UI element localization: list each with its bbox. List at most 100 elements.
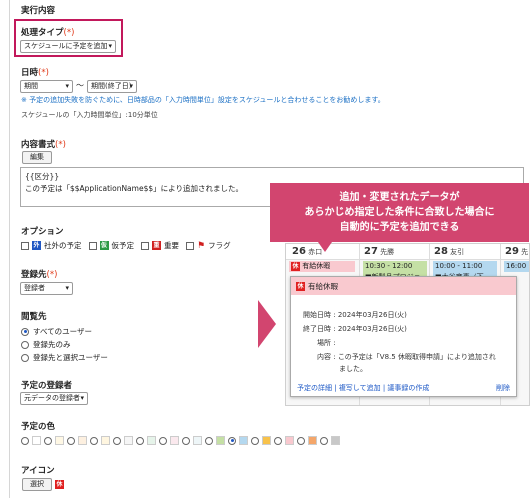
calendar-event-leave[interactable]: 休 有給休暇: [289, 261, 355, 272]
callout-line-2: あらかじめ指定した条件に合致した場合に: [304, 207, 495, 218]
create-minutes-link[interactable]: 議事録の作成: [387, 384, 429, 392]
color-swatch: [193, 436, 202, 445]
important-badge-icon: 重: [152, 241, 161, 250]
option-checkbox-important[interactable]: [141, 241, 149, 250]
color-swatch: [262, 436, 271, 445]
color-radio[interactable]: [274, 436, 282, 445]
process-type-select[interactable]: スケジュールに予定を追加 ▾: [20, 40, 116, 53]
page: 実行内容 処理タイプ(*) スケジュールに予定を追加 ▾ 日時(*) 期間 ▾ 〜 …: [0, 0, 530, 498]
color-swatch: [78, 436, 87, 445]
color-swatch: [170, 436, 179, 445]
color-radio[interactable]: [90, 436, 98, 445]
tilde: 〜: [76, 81, 84, 90]
chevron-down-icon: ▾: [65, 284, 69, 292]
radio-icon: [21, 353, 29, 362]
color-radio[interactable]: [320, 436, 328, 445]
option-label-flag: フラグ: [208, 241, 231, 250]
radio-icon: [21, 340, 29, 349]
viewer-option-label: 登録先と選択ユーザー: [33, 353, 108, 362]
option-checkbox-flag[interactable]: [186, 241, 194, 250]
content-format-label: 内容書式(*): [21, 140, 66, 150]
color-swatch: [216, 436, 225, 445]
viewers-label: 閲覧先: [21, 312, 47, 322]
color-radio[interactable]: [113, 436, 121, 445]
viewer-option-registrant-only[interactable]: 登録先のみ: [21, 339, 71, 350]
viewer-option-registrant-and-selected[interactable]: 登録先と選択ユーザー: [21, 352, 108, 363]
chevron-down-icon: ▾: [65, 82, 69, 90]
chevron-down-icon: ▾: [129, 82, 133, 90]
event-detail-link[interactable]: 予定の詳細: [297, 384, 332, 392]
process-type-label: 処理タイプ(*): [21, 28, 75, 38]
viewer-option-label: すべてのユーザー: [33, 327, 93, 336]
popup-links: 予定の詳細 | 複写して追加 | 議事録の作成: [297, 384, 430, 392]
datetime-end-select[interactable]: 期間(終了日) ▾: [87, 80, 137, 93]
color-radio[interactable]: [228, 436, 236, 445]
callout-tail: [318, 242, 332, 252]
options-row: 外 社外の予定 仮 仮予定 重 重要 ⚑ フラグ: [21, 240, 231, 251]
right-arrow-icon: [258, 300, 276, 348]
viewer-option-label: 登録先のみ: [33, 340, 71, 349]
calendar-event-time-1[interactable]: 10:30 - 12:00: [363, 261, 427, 272]
registrar-select[interactable]: 元データの登録者 ▾: [20, 392, 88, 405]
popup-header: 休 有給休暇: [291, 277, 516, 295]
datetime-note: ※ 予定の追加失敗を防ぐために、日時部品の「入力時間単位」設定をスケジュールと合…: [21, 96, 385, 104]
rest-badge-icon: 休: [291, 262, 300, 271]
feature-callout: 追加・変更されたデータが あらかじめ指定した条件に合致した場合に 自動的に予定を…: [270, 183, 529, 242]
tentative-badge-icon: 仮: [99, 241, 109, 250]
popup-content: 内容 : この予定は「V8.5 休暇取得申請」により追加され: [317, 353, 496, 361]
chevron-down-icon: ▾: [108, 42, 112, 50]
option-checkbox-external[interactable]: [21, 241, 29, 250]
datetime-label: 日時(*): [21, 68, 49, 78]
popup-content-cont: ました。: [339, 365, 367, 373]
color-label: 予定の色: [21, 422, 56, 432]
calendar-day-29: 29 先: [505, 246, 529, 257]
radio-selected-icon: [21, 327, 29, 336]
registrar-label: 予定の登録者: [21, 381, 73, 391]
registrant-select[interactable]: 登録者 ▾: [20, 282, 73, 295]
color-radio[interactable]: [205, 436, 213, 445]
external-badge-icon: 外: [32, 241, 41, 250]
flag-icon: ⚑: [197, 240, 206, 251]
callout-line-1: 追加・変更されたデータが: [339, 192, 460, 203]
viewer-option-all[interactable]: すべてのユーザー: [21, 326, 92, 337]
color-swatch: [124, 436, 133, 445]
color-radio[interactable]: [251, 436, 259, 445]
edit-button[interactable]: 編集: [22, 151, 52, 164]
callout-line-3: 自動的に予定を追加できる: [339, 222, 460, 233]
color-radio[interactable]: [297, 436, 305, 445]
options-label: オプション: [21, 227, 64, 237]
calendar-day-27: 27 先勝: [364, 246, 395, 257]
color-swatch: [239, 436, 248, 445]
delete-link[interactable]: 削除: [496, 383, 510, 393]
color-radio[interactable]: [67, 436, 75, 445]
rest-badge-icon: 休: [296, 281, 305, 291]
icon-select-button[interactable]: 選択: [22, 478, 52, 491]
time-unit-note: スケジュールの「入力時間単位」:10分単位: [21, 111, 158, 119]
icon-label: アイコン: [21, 466, 55, 476]
popup-place: 場所 :: [317, 339, 336, 347]
option-label-tentative: 仮予定: [111, 241, 135, 250]
color-swatch: [32, 436, 41, 445]
popup-title: 有給休暇: [308, 281, 338, 291]
calendar-event-time-2[interactable]: 10:00 - 11:00: [433, 261, 497, 272]
color-radio[interactable]: [182, 436, 190, 445]
color-radio[interactable]: [136, 436, 144, 445]
popup-end: 終了日時 : 2024年03月26日(火): [303, 325, 407, 333]
calendar-day-28: 28 友引: [434, 246, 465, 257]
calendar-event-time-3[interactable]: 16:00: [504, 261, 529, 272]
datetime-start-select[interactable]: 期間 ▾: [20, 80, 73, 93]
popup-start: 開始日時 : 2024年03月26日(火): [303, 311, 407, 319]
option-label-external: 社外の予定: [44, 241, 82, 250]
color-swatch: [331, 436, 340, 445]
color-radio[interactable]: [44, 436, 52, 445]
rest-badge-icon: 休: [55, 480, 64, 489]
color-swatch: [101, 436, 110, 445]
option-label-important: 重要: [164, 241, 179, 250]
copy-add-link[interactable]: 複写して追加: [339, 384, 381, 392]
color-radio[interactable]: [21, 436, 29, 445]
content-line-1: {{区分}}: [25, 172, 60, 181]
option-checkbox-tentative[interactable]: [88, 241, 97, 250]
event-popup: 休 有給休暇 開始日時 : 2024年03月26日(火) 終了日時 : 2024…: [290, 276, 517, 397]
color-radio[interactable]: [159, 436, 167, 445]
registrant-label: 登録先(*): [21, 270, 58, 280]
